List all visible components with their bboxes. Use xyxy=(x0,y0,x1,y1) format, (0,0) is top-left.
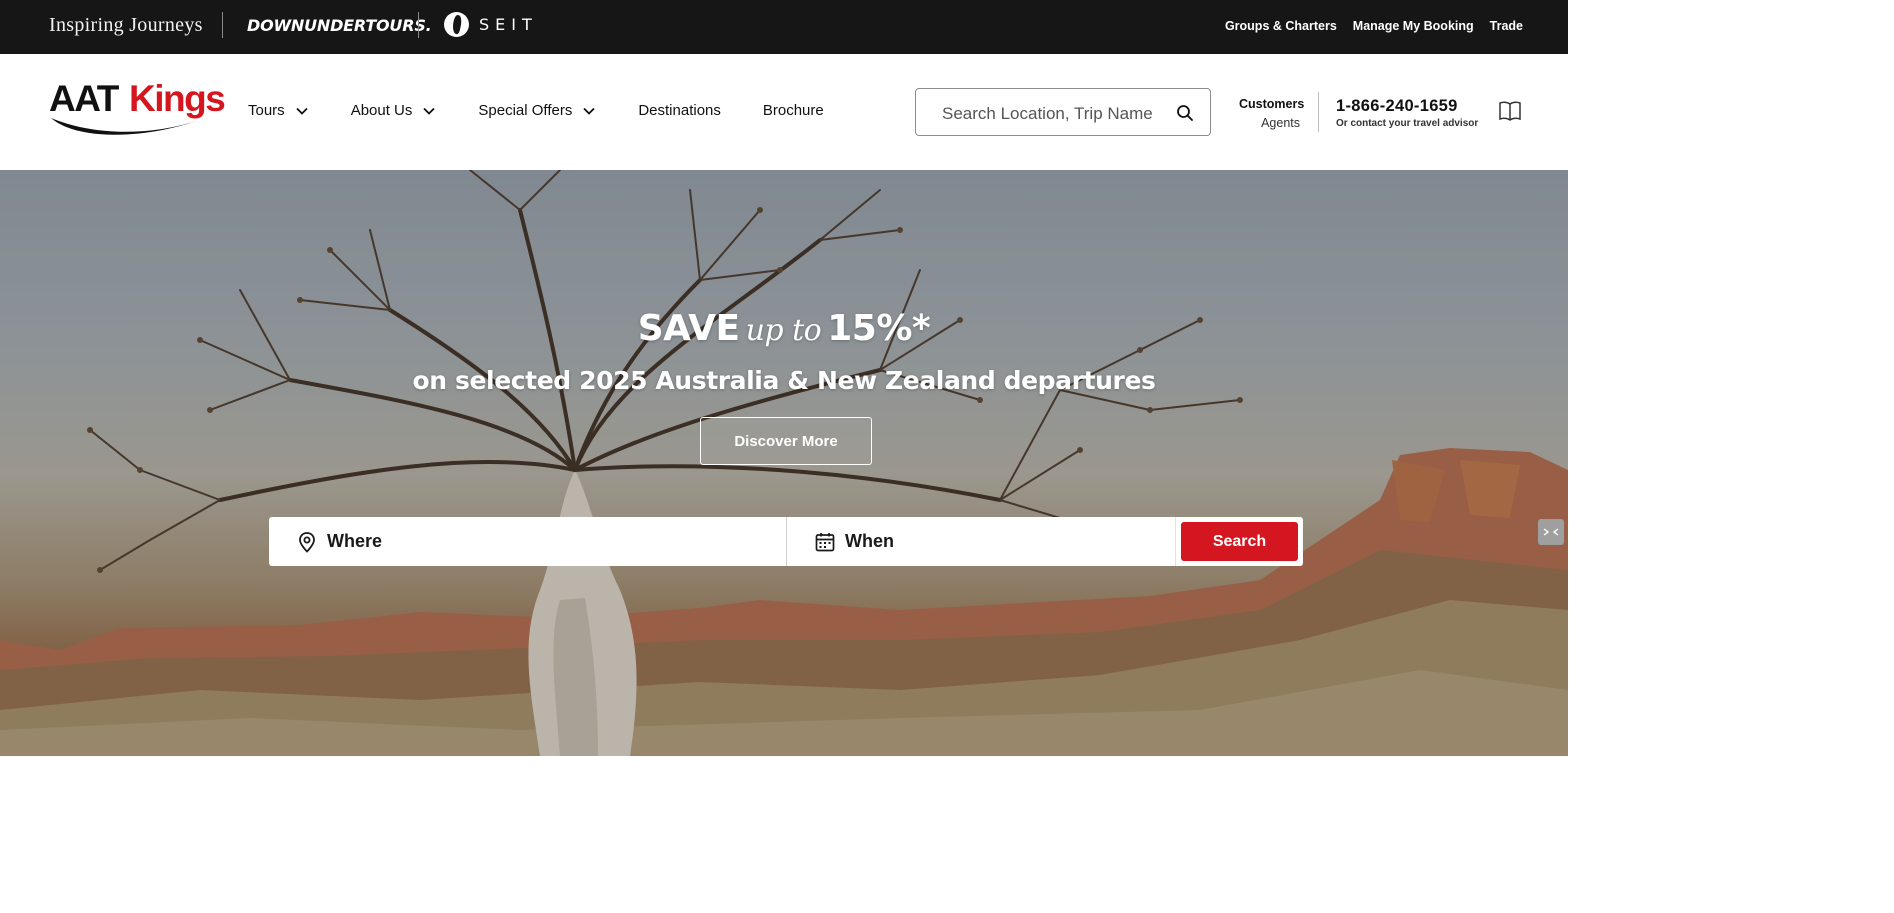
when-field[interactable]: When xyxy=(787,517,1176,566)
nav-about-us[interactable]: About Us xyxy=(351,102,437,119)
customers-link[interactable]: Customers xyxy=(1239,95,1304,114)
divider xyxy=(418,12,419,38)
chevron-down-icon xyxy=(296,107,308,115)
brand-bar: Inspiring Journeys DOWNUNDERTOURS. SEIT … xyxy=(0,0,1568,54)
contact-phone: 1-866-240-1659 Or contact your travel ad… xyxy=(1336,97,1478,129)
main-nav: Tours About Us Special Offers Destinatio… xyxy=(248,102,866,119)
agents-link[interactable]: Agents xyxy=(1239,114,1300,133)
where-label: Where xyxy=(327,531,383,551)
manage-booking-link[interactable]: Manage My Booking xyxy=(1353,19,1474,33)
search-button[interactable]: Search xyxy=(1181,522,1298,561)
nav-tours-label: Tours xyxy=(248,102,285,119)
location-pin-icon xyxy=(299,531,315,553)
discover-more-button[interactable]: Discover More xyxy=(700,417,872,465)
nav-special-offers[interactable]: Special Offers xyxy=(478,102,596,119)
customers-agents-toggle: Customers Agents xyxy=(1239,95,1304,133)
divider xyxy=(1318,92,1319,132)
brand-inspiring-journeys[interactable]: Inspiring Journeys xyxy=(49,14,203,37)
chevron-down-icon xyxy=(583,107,595,115)
trade-link[interactable]: Trade xyxy=(1490,19,1523,33)
chevron-down-icon xyxy=(423,107,436,115)
top-links: Groups & Charters Manage My Booking Trad… xyxy=(1225,19,1523,33)
site-search xyxy=(915,88,1211,136)
brand-seit[interactable]: SEIT xyxy=(444,12,538,37)
trip-finder: Where When Search xyxy=(269,517,1303,566)
hero-subtitle: on selected 2025 Australia & New Zealand… xyxy=(412,366,1156,395)
book-icon[interactable] xyxy=(1498,100,1522,122)
nav-special-offers-label: Special Offers xyxy=(478,102,573,119)
when-label: When xyxy=(845,531,894,551)
side-widget-tab[interactable] xyxy=(1538,519,1564,545)
hero-up-to-text: up to xyxy=(745,313,822,348)
contact-advisor-text: Or contact your travel advisor xyxy=(1336,118,1479,129)
hero-headline: SAVE up to 15%* xyxy=(0,308,1568,349)
hero-save-text: SAVE xyxy=(637,308,740,349)
search-input[interactable] xyxy=(940,101,1174,127)
search-icon[interactable] xyxy=(1176,104,1194,122)
divider xyxy=(222,12,223,38)
hero-percent-text: 15%* xyxy=(827,308,931,349)
calendar-icon xyxy=(815,532,835,551)
nav-brochure[interactable]: Brochure xyxy=(763,102,824,119)
groups-charters-link[interactable]: Groups & Charters xyxy=(1225,19,1337,33)
logo-swoosh-icon xyxy=(51,118,199,135)
seit-logo-icon xyxy=(444,12,469,37)
hero-banner: SAVE up to 15%* on selected 2025 Australia… xyxy=(0,170,1568,756)
nav-destinations[interactable]: Destinations xyxy=(638,102,721,119)
nav-brochure-label: Brochure xyxy=(762,102,824,119)
phone-number[interactable]: 1-866-240-1659 xyxy=(1336,97,1478,116)
nav-about-us-label: About Us xyxy=(350,102,413,119)
where-field[interactable]: Where xyxy=(269,517,787,566)
nav-tours[interactable]: Tours xyxy=(248,102,309,119)
seit-label: SEIT xyxy=(479,15,538,34)
main-header: AAT Kings Tours About Us Special Offers … xyxy=(0,54,1568,170)
aat-kings-logo[interactable]: AAT Kings xyxy=(49,78,226,144)
nav-destinations-label: Destinations xyxy=(638,102,721,119)
brand-downunder-tours[interactable]: DOWNUNDERTOURS. xyxy=(247,16,432,35)
expand-collapse-icon xyxy=(1543,528,1559,536)
